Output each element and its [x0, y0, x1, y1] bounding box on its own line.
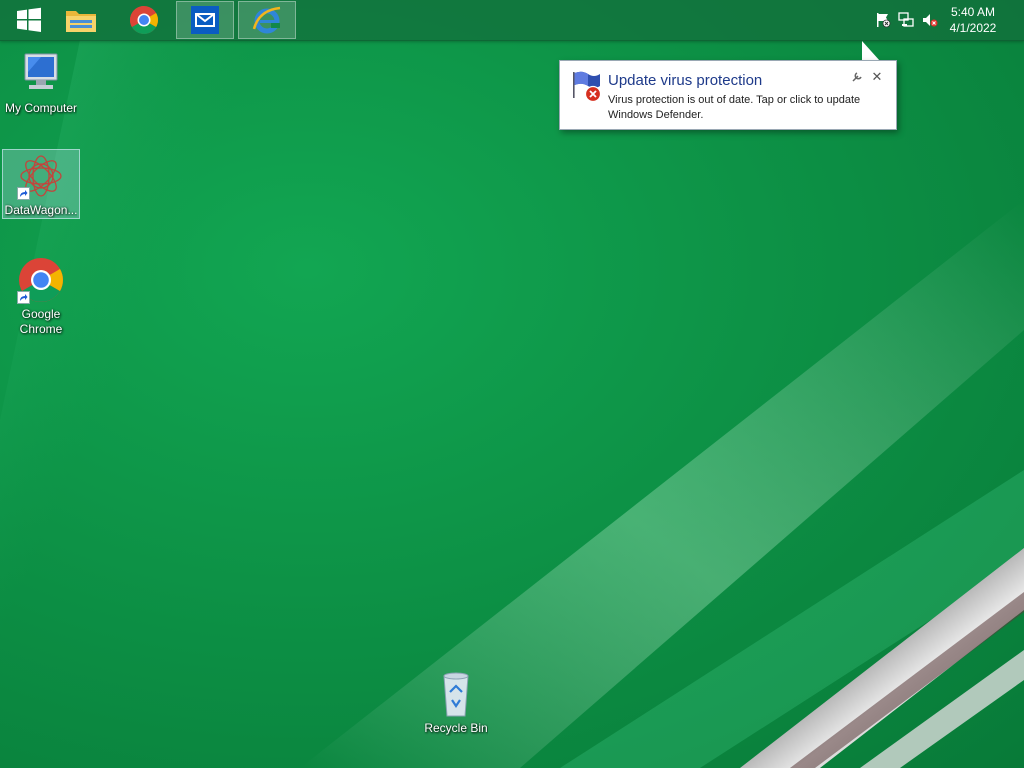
notification-options-icon[interactable]	[850, 70, 864, 84]
datawagon-icon	[17, 152, 65, 200]
taskbar-chrome[interactable]	[115, 1, 173, 39]
clock-time: 5:40 AM	[950, 5, 996, 19]
desktop-icon-label: Google Chrome	[19, 307, 63, 336]
taskbar-file-explorer[interactable]	[52, 1, 110, 39]
clock-date: 4/1/2022	[949, 21, 997, 35]
folder-icon	[66, 11, 96, 32]
desktop-icon-label: DataWagon...	[4, 203, 78, 217]
desktop-icon-label: My Computer	[4, 101, 78, 115]
volume-muted-icon[interactable]	[921, 11, 939, 29]
shortcut-arrow-icon	[17, 187, 30, 200]
chrome-icon	[130, 6, 158, 34]
recycle-bin-icon	[432, 670, 480, 718]
ie-icon	[252, 6, 281, 34]
close-icon[interactable]: ✕	[870, 70, 884, 84]
desktop-icon-label: Recycle Bin	[424, 721, 488, 735]
security-flag-error-icon	[570, 70, 604, 104]
taskbar: 5:40 AM 4/1/2022	[0, 0, 1024, 41]
notification-message: Virus protection is out of date. Tap or …	[608, 94, 861, 121]
desktop-icon-my-computer[interactable]: My Computer	[2, 50, 80, 116]
computer-icon	[17, 50, 65, 98]
system-tray	[870, 0, 940, 40]
taskbar-internet-explorer[interactable]	[238, 1, 296, 39]
mail-icon	[191, 6, 219, 34]
notification-tail	[862, 41, 880, 61]
desktop-icon-google-chrome[interactable]: Google Chrome	[2, 256, 80, 337]
desktop: 5:40 AM 4/1/2022 My Computer DataWagon..…	[0, 0, 1024, 768]
desktop-icon-datawagon[interactable]: DataWagon...	[2, 149, 80, 219]
network-icon[interactable]	[897, 11, 915, 29]
notification-balloon[interactable]: Update virus protection Virus protection…	[559, 60, 897, 130]
shortcut-arrow-icon	[17, 291, 30, 304]
taskbar-clock[interactable]: 5:40 AM 4/1/2022	[938, 4, 1008, 36]
start-button[interactable]	[0, 1, 58, 39]
notification-title: Update virus protection	[608, 72, 763, 89]
desktop-icon-recycle-bin[interactable]: Recycle Bin	[417, 670, 495, 736]
windows-logo-icon	[17, 7, 41, 32]
action-center-flag-icon[interactable]	[874, 11, 892, 29]
chrome-icon	[17, 256, 65, 304]
taskbar-mail[interactable]	[176, 1, 234, 39]
